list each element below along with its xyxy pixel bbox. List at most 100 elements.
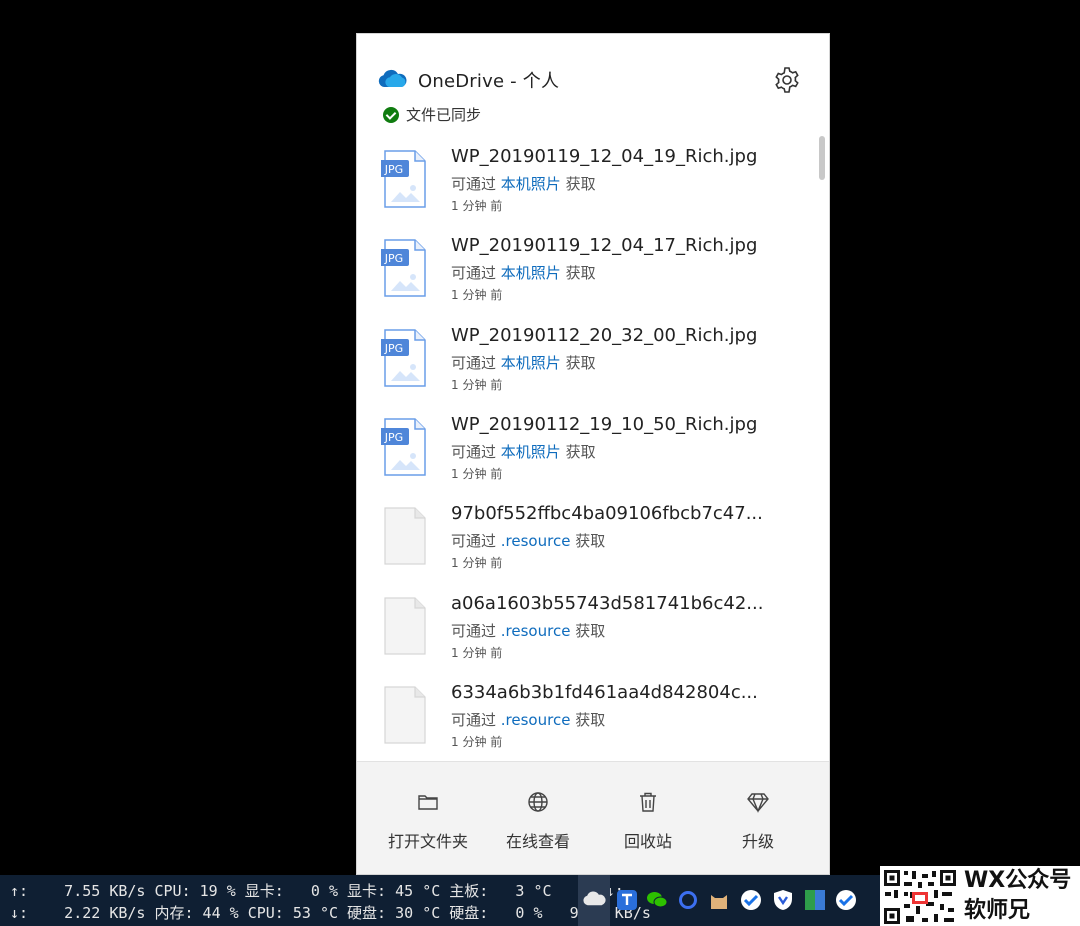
network-monitor-line-2: ↓: 2.22 KB/s 内存: 44 % CPU: 53 °C 硬盘: 30 … — [10, 904, 651, 922]
file-availability: 可通过 .resource 获取 — [451, 709, 605, 730]
file-name[interactable]: 97b0f552ffbc4ba09106fbcb7c47... — [451, 503, 763, 524]
availability-prefix: 可通过 — [451, 175, 501, 193]
file-list-item[interactable]: JPG WP_20190112_20_32_00_Rich.jpg 可通过 本机照片… — [357, 321, 817, 410]
open-folder-button[interactable]: 打开文件夹 — [369, 762, 487, 874]
availability-prefix: 可通过 — [451, 442, 501, 461]
file-availability: 可通过 本机照片 获取 — [451, 173, 596, 194]
cat-icon[interactable] — [707, 888, 731, 912]
file-timestamp: 1 分钟 前 — [451, 377, 503, 392]
sync-status-text: 文件已同步 — [406, 106, 482, 124]
file-list-item[interactable]: JPG WP_20190112_19_10_50_Rich.jpg 可通过 本机照片… — [357, 410, 817, 499]
watermark-line-1: WX公众号 — [964, 868, 1072, 893]
open-folder-label: 打开文件夹 — [387, 832, 468, 851]
tray-app-icon[interactable] — [615, 888, 639, 912]
check-circle-icon — [383, 106, 399, 123]
recycle-bin-label: 回收站 — [623, 832, 672, 851]
file-name[interactable]: WP_20190112_19_10_50_Rich.jpg — [451, 414, 757, 435]
blank-file-icon — [384, 507, 426, 565]
file-name[interactable]: WP_20190119_12_04_17_Rich.jpg — [451, 235, 757, 256]
availability-suffix: 获取 — [560, 353, 596, 372]
file-timestamp: 1 分钟 前 — [451, 556, 503, 571]
globe-icon — [528, 792, 548, 812]
source-folder-link[interactable]: 本机照片 — [501, 443, 561, 461]
file-list-item[interactable]: a06a1603b55743d581741b6c42... 可通过 .resour… — [357, 589, 817, 678]
blank-file-icon — [384, 596, 426, 655]
app-tile-icon[interactable] — [803, 888, 827, 912]
file-timestamp: 1 分钟 前 — [451, 288, 503, 303]
source-folder-link[interactable]: 本机照片 — [501, 264, 561, 282]
file-type-badge: JPG — [384, 252, 403, 265]
availability-suffix: 获取 — [560, 264, 596, 283]
availability-suffix: 获取 — [560, 175, 596, 193]
app-title: OneDrive - 个人 — [418, 71, 560, 92]
file-list-item[interactable]: JPG WP_20190119_12_04_17_Rich.jpg 可通过 本机照片… — [357, 231, 817, 320]
recent-files-list: JPG WP_20190119_12_04_19_Rich.jpg 可通过 本机照片… — [357, 142, 829, 762]
file-availability: 可通过 本机照片 获取 — [451, 262, 596, 283]
availability-suffix: 获取 — [560, 442, 596, 461]
availability-prefix: 可通过 — [451, 264, 501, 283]
file-name[interactable]: WP_20190119_12_04_19_Rich.jpg — [451, 146, 757, 167]
availability-prefix: 可通过 — [451, 710, 501, 729]
file-timestamp: 1 分钟 前 — [451, 734, 503, 749]
availability-suffix: 获取 — [570, 710, 606, 729]
view-online-button[interactable]: 在线查看 — [479, 762, 597, 874]
sync-status: 文件已同步 — [383, 104, 481, 125]
wechat-icon[interactable] — [645, 888, 669, 912]
browser-icon[interactable] — [739, 888, 763, 912]
onedrive-panel: OneDrive - 个人 文件已同步 JPG WP_20190119_12_04… — [356, 33, 830, 875]
shield-icon[interactable] — [771, 888, 795, 912]
gear-icon[interactable] — [772, 65, 802, 95]
scrollbar-thumb[interactable] — [819, 136, 825, 180]
wechat-watermark: WX公众号 软师兄 — [880, 866, 1080, 926]
view-online-label: 在线查看 — [505, 832, 570, 851]
upgrade-label: 升级 — [741, 832, 774, 851]
watermark-text: WX公众号 软师兄 — [964, 866, 1071, 926]
file-list-item[interactable]: 6334a6b3b1fd461aa4d842804c... 可通过 .resour… — [357, 678, 817, 767]
availability-prefix: 可通过 — [451, 353, 501, 372]
availability-suffix: 获取 — [570, 532, 606, 551]
file-list-item[interactable]: 97b0f552ffbc4ba09106fbcb7c47... 可通过 .reso… — [357, 499, 817, 588]
file-type-badge: JPG — [384, 431, 403, 444]
watermark-line-2: 软师兄 — [964, 898, 1031, 923]
file-timestamp: 1 分钟 前 — [451, 466, 503, 481]
availability-prefix: 可通过 — [451, 621, 501, 640]
tray-onedrive-highlight[interactable] — [578, 875, 610, 926]
source-folder-link[interactable]: .resource — [501, 532, 571, 550]
diamond-icon — [747, 793, 769, 813]
availability-suffix: 获取 — [570, 621, 606, 640]
file-availability: 可通过 .resource 获取 — [451, 530, 605, 551]
file-name[interactable]: WP_20190112_20_32_00_Rich.jpg — [451, 325, 757, 346]
upgrade-button[interactable]: 升级 — [699, 762, 817, 874]
onedrive-cloud-icon — [378, 69, 407, 87]
source-folder-link[interactable]: .resource — [501, 622, 571, 640]
folder-icon — [418, 795, 438, 810]
file-timestamp: 1 分钟 前 — [451, 645, 503, 660]
browser-2-icon[interactable] — [834, 888, 858, 912]
file-availability: 可通过 .resource 获取 — [451, 620, 605, 641]
availability-prefix: 可通过 — [451, 532, 501, 551]
trash-icon — [640, 792, 656, 812]
panel-header: OneDrive - 个人 文件已同步 — [357, 34, 829, 144]
jpg-file-icon: JPG — [381, 150, 426, 208]
jpg-file-icon: JPG — [381, 239, 426, 298]
jpg-file-icon: JPG — [381, 328, 426, 387]
file-availability: 可通过 本机照片 获取 — [451, 441, 596, 462]
file-list-item[interactable]: JPG WP_20190119_12_04_19_Rich.jpg 可通过 本机照片… — [357, 142, 817, 231]
sync-icon[interactable] — [676, 888, 700, 912]
file-availability: 可通过 本机照片 获取 — [451, 352, 596, 373]
blank-file-icon — [384, 686, 426, 744]
file-name[interactable]: a06a1603b55743d581741b6c42... — [451, 593, 763, 614]
source-folder-link[interactable]: 本机照片 — [501, 354, 561, 372]
network-monitor-line-1: ↑: 7.55 KB/s CPU: 19 % 显卡: 0 % 显卡: 45 °C… — [10, 882, 624, 900]
file-timestamp: 1 分钟 前 — [451, 199, 503, 213]
jpg-file-icon: JPG — [381, 418, 426, 476]
onedrive-tray-icon — [583, 891, 606, 906]
file-type-badge: JPG — [384, 342, 403, 355]
qr-code-icon — [882, 868, 958, 926]
file-name[interactable]: 6334a6b3b1fd461aa4d842804c... — [451, 682, 758, 703]
source-folder-link[interactable]: .resource — [501, 711, 571, 729]
file-type-badge: JPG — [384, 163, 403, 176]
recycle-bin-button[interactable]: 回收站 — [589, 762, 707, 874]
panel-footer: 打开文件夹 在线查看 回收站 升级 — [357, 761, 829, 874]
source-folder-link[interactable]: 本机照片 — [501, 175, 561, 193]
